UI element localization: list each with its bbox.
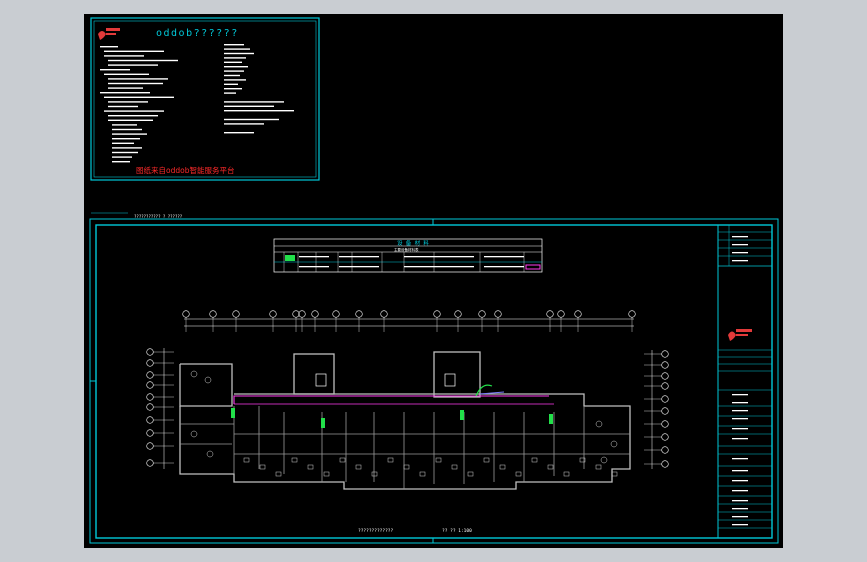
notes-heading: oddob?????? [156,28,239,39]
header-strip: ??????????? ? ?????? [91,212,183,219]
main-sheet: 设 备 材 料 主要设备材料表 ????????????? ?? ?? 1:10… [89,218,779,544]
title-block-logo-icon [728,329,752,341]
footer-notice: 图纸来自oddob智能服务平台 [136,165,234,175]
notes-left-column [100,46,178,163]
table-swatch-magenta [525,264,541,270]
cad-viewport[interactable]: oddob?????? 图纸来自oddob智能服务平台 ??????????? … [84,14,783,548]
dimension-lines [146,310,669,469]
title-block [717,224,773,539]
table-subtitle: 主要设备材料表 [394,247,419,252]
table-swatch-green [285,255,295,261]
header-strip-text: ??????????? ? ?????? [134,214,183,219]
notes-right-column [224,44,294,134]
equipment-table: 设 备 材 料 主要设备材料表 [273,238,543,273]
oddob-logo-icon [98,28,120,40]
notes-sheet: oddob?????? 图纸来自oddob智能服务平台 [90,17,320,181]
table-title: 设 备 材 料 [397,239,429,247]
plan-caption: ????????????? [358,528,394,534]
cad-drawing-canvas[interactable]: oddob?????? 图纸来自oddob智能服务平台 ??????????? … [84,14,783,548]
pipe-routing [231,384,554,428]
floor-plan [179,351,631,490]
plan-scale: ?? ?? 1:100 [442,528,472,534]
